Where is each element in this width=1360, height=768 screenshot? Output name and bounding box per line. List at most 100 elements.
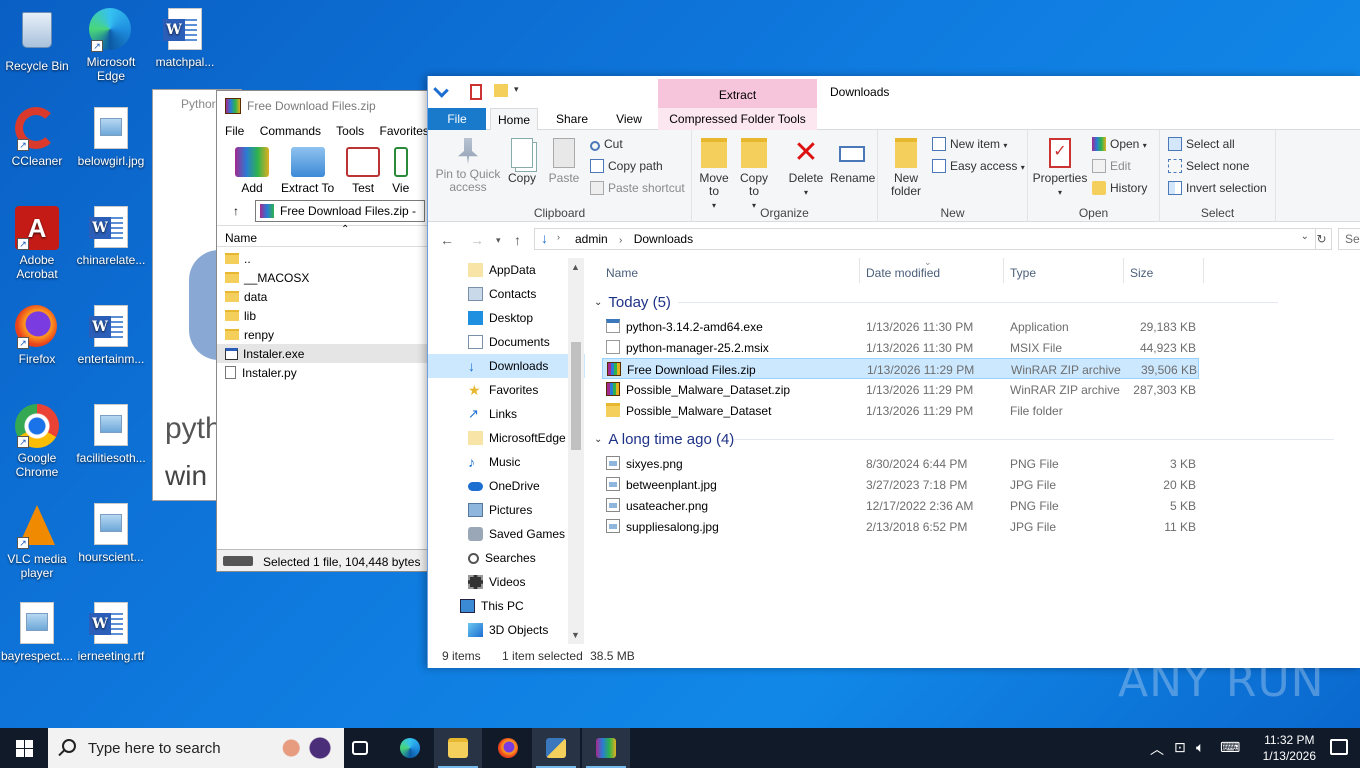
desktop-icon-chinarelate[interactable]: W chinarelate... xyxy=(74,206,148,267)
cut-button[interactable]: Cut xyxy=(590,136,623,156)
taskbar-firefox[interactable] xyxy=(484,728,532,768)
nav-item-onedrive[interactable]: OneDrive xyxy=(428,474,585,498)
copy-path-button[interactable]: Copy path xyxy=(590,158,663,178)
desktop-icon-facilitiesoth[interactable]: facilitiesoth... xyxy=(74,404,148,465)
winrar-title-bar[interactable]: Free Download Files.zip xyxy=(217,91,437,121)
desktop-icon-vlc[interactable]: ↗ VLC media player xyxy=(0,503,74,580)
desktop-icon-entertainm[interactable]: W entertainm... xyxy=(74,305,148,366)
download-arrow-icon[interactable] xyxy=(433,82,449,98)
properties-button[interactable]: ✓ Properties ▾ xyxy=(1030,138,1090,199)
nav-item-pictures[interactable]: Pictures xyxy=(428,498,585,522)
nav-item-music[interactable]: ♪ Music xyxy=(428,450,585,474)
rename-button[interactable]: Rename xyxy=(830,138,875,185)
desktop-icon-belowgirl[interactable]: belowgirl.jpg xyxy=(74,107,148,168)
up-arrow-icon[interactable]: ↑ xyxy=(233,204,239,218)
nav-item-videos[interactable]: Videos xyxy=(428,570,585,594)
column-header-size[interactable]: Size xyxy=(1124,258,1204,283)
nav-item-searches[interactable]: Searches xyxy=(428,546,585,570)
keyboard-icon[interactable]: ⌨ xyxy=(1220,739,1240,756)
history-button[interactable]: History xyxy=(1092,180,1147,200)
extract-to-button[interactable]: Extract To xyxy=(281,147,334,197)
taskbar-file-explorer[interactable] xyxy=(434,728,482,768)
task-view-button[interactable] xyxy=(336,728,384,768)
nav-item-contacts[interactable]: Contacts xyxy=(428,282,585,306)
list-item[interactable]: lib xyxy=(217,306,437,325)
nav-item-microsoftedge[interactable]: MicrosoftEdge xyxy=(428,426,585,450)
breadcrumb-downloads[interactable]: Downloads xyxy=(634,232,693,246)
nav-item-links[interactable]: ↗ Links xyxy=(428,402,585,426)
contextual-tab-extract[interactable]: Extract xyxy=(658,79,817,108)
scroll-down-icon[interactable]: ▼ xyxy=(571,630,580,640)
column-header-type[interactable]: Type xyxy=(1004,258,1124,283)
open-button[interactable]: Open ▾ xyxy=(1092,136,1147,156)
file-row[interactable]: suppliesalong.jpg 2/13/2018 6:52 PM JPG … xyxy=(602,516,1199,537)
list-item[interactable]: renpy xyxy=(217,325,437,344)
invert-selection-button[interactable]: Invert selection xyxy=(1168,180,1267,200)
tab-home[interactable]: Home xyxy=(490,108,538,131)
nav-item-appdata[interactable]: AppData xyxy=(428,258,585,282)
address-bar[interactable]: ↓ › admin › Downloads ⌄ xyxy=(534,228,1316,250)
properties-icon[interactable] xyxy=(470,84,482,100)
show-hidden-icons-chevron-icon[interactable]: ︿ xyxy=(1150,739,1164,759)
nav-item-this-pc[interactable]: This PC xyxy=(428,594,585,618)
search-box[interactable]: Sea xyxy=(1338,228,1360,250)
up-arrow-icon[interactable]: ↑ xyxy=(514,232,521,248)
list-item-selected[interactable]: Instaler.exe xyxy=(217,344,437,363)
chevron-down-icon[interactable]: ▾ xyxy=(514,84,530,100)
nav-item-downloads[interactable]: ↓ Downloads xyxy=(428,354,585,378)
file-row[interactable]: usateacher.png 12/17/2022 2:36 AM PNG Fi… xyxy=(602,495,1199,516)
forward-arrow-icon[interactable]: → xyxy=(470,232,484,248)
list-item[interactable]: .. xyxy=(217,249,437,268)
tab-compressed-folder-tools[interactable]: Compressed Folder Tools xyxy=(658,108,817,130)
list-item[interactable]: Instaler.py xyxy=(217,363,437,382)
scroll-up-icon[interactable]: ▲ xyxy=(571,262,580,272)
recent-locations-chevron-icon[interactable]: ▾ xyxy=(496,235,501,246)
new-item-button[interactable]: New item ▾ xyxy=(932,136,1007,156)
tab-share[interactable]: Share xyxy=(556,108,588,130)
nav-item-documents[interactable]: Documents xyxy=(428,330,585,354)
desktop-icon-ccleaner[interactable]: ↗ CCleaner xyxy=(0,107,74,168)
easy-access-button[interactable]: Easy access ▾ xyxy=(932,158,1025,178)
navigation-scrollbar[interactable]: ▲ ▼ xyxy=(568,258,584,644)
nav-item-3d-objects[interactable]: 3D Objects xyxy=(428,618,585,642)
column-header-name[interactable]: Name xyxy=(600,258,860,283)
desktop-icon-firefox[interactable]: ↗ Firefox xyxy=(0,305,74,366)
notification-icon[interactable] xyxy=(1330,739,1348,755)
clock[interactable]: 11:32 PM 1/13/2026 xyxy=(1263,732,1316,764)
test-button[interactable]: Test xyxy=(346,147,381,197)
new-folder-button[interactable]: New folder xyxy=(886,138,926,198)
menu-file[interactable]: File xyxy=(225,124,244,138)
winrar-window[interactable]: Free Download Files.zip File Commands To… xyxy=(216,90,438,572)
archive-path-field[interactable]: Free Download Files.zip - xyxy=(255,200,425,222)
tab-view[interactable]: View xyxy=(614,108,644,130)
refresh-button[interactable]: ↻ xyxy=(1312,228,1332,250)
desktop-icon-hourscient[interactable]: hourscient... xyxy=(74,503,148,564)
desktop-icon-adobe-acrobat[interactable]: A ↗ Adobe Acrobat xyxy=(0,206,74,281)
file-row[interactable]: Possible_Malware_Dataset.zip 1/13/2026 1… xyxy=(602,379,1199,400)
taskbar-search-box[interactable]: Type here to search xyxy=(48,728,344,768)
desktop-icon-matchpal[interactable]: W matchpal... xyxy=(148,8,222,69)
list-item[interactable]: __MACOSX xyxy=(217,268,437,287)
network-icon[interactable]: ⊡ xyxy=(1174,739,1186,756)
copy-button[interactable]: Copy xyxy=(506,138,538,185)
group-header-long-time-ago[interactable]: ⌄ A long time ago (4) xyxy=(594,429,1354,449)
menu-commands[interactable]: Commands xyxy=(260,124,321,138)
paste-button[interactable]: Paste xyxy=(548,138,580,185)
move-to-button[interactable]: Move to ▾ xyxy=(696,138,732,212)
edit-button[interactable]: Edit xyxy=(1092,158,1131,178)
new-folder-icon[interactable] xyxy=(494,84,508,97)
taskbar-python-installer[interactable] xyxy=(532,728,580,768)
file-row[interactable]: python-manager-25.2.msix 1/13/2026 11:30… xyxy=(602,337,1199,358)
taskbar-edge[interactable] xyxy=(386,728,434,768)
desktop-icon-edge[interactable]: ↗ Microsoft Edge xyxy=(74,8,148,83)
menu-tools[interactable]: Tools xyxy=(336,124,364,138)
nav-item-favorites[interactable]: ★ Favorites xyxy=(428,378,585,402)
column-header-date-modified[interactable]: Date modified ⌄ xyxy=(860,257,1004,283)
select-all-button[interactable]: Select all xyxy=(1168,136,1235,156)
file-explorer-window[interactable]: ▾ Extract Downloads File Home Share View… xyxy=(427,76,1360,668)
paste-shortcut-button[interactable]: Paste shortcut xyxy=(590,180,685,200)
file-row-selected[interactable]: Free Download Files.zip 1/13/2026 11:29 … xyxy=(602,358,1199,379)
copy-to-button[interactable]: Copy to ▾ xyxy=(736,138,772,212)
desktop-icon-ierneeting[interactable]: W ierneeting.rtf xyxy=(74,602,148,663)
file-row[interactable]: Possible_Malware_Dataset 1/13/2026 11:29… xyxy=(602,400,1199,421)
